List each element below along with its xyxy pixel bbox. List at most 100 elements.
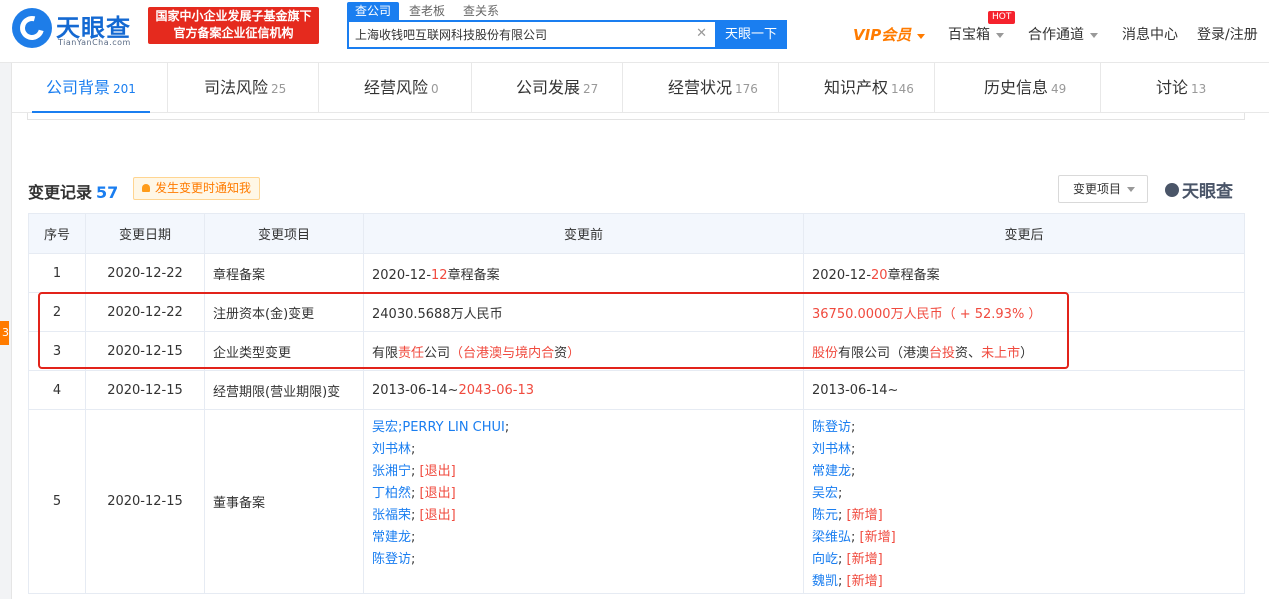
brand-watermark: 天眼查: [1165, 177, 1233, 202]
vip-menu[interactable]: VIP会员: [853, 24, 926, 45]
person-name-link[interactable]: 张福荣: [372, 508, 411, 523]
person-entry: 陈登访;: [812, 417, 1236, 439]
person-name-link[interactable]: 魏凯: [812, 574, 838, 589]
table-header-row: 序号 变更日期 变更项目 变更前 变更后: [28, 213, 1245, 254]
tab-history-info[interactable]: 历史信息 49: [984, 63, 1066, 113]
person-entry: 陈元; [新增]: [812, 505, 1236, 527]
section-count: 57: [96, 183, 119, 202]
tab-label: 公司背景: [46, 78, 111, 97]
chevron-down-icon: [996, 32, 1004, 38]
text-segment: 有限公司（港澳: [838, 345, 930, 361]
tianyancha-logo[interactable]: 天眼查 TianYanCha.com: [12, 8, 142, 48]
person-name-link[interactable]: 陈元: [812, 508, 838, 523]
changed-text: 台投: [929, 345, 956, 361]
person-name-link[interactable]: 常建龙: [812, 464, 851, 479]
official-badge[interactable]: 国家中小企业发展子基金旗下 官方备案企业征信机构: [148, 7, 319, 44]
tab-label: 经营状况: [668, 78, 733, 97]
tab-count: 201: [113, 82, 136, 96]
text-segment: 资、: [955, 345, 982, 361]
changed-text: 2043-06-13: [458, 382, 535, 398]
cooperation-menu[interactable]: 合作通道: [1028, 24, 1098, 44]
tab-label: 历史信息: [984, 78, 1049, 97]
person-name-link[interactable]: 丁柏然: [372, 486, 411, 501]
vip-label: VIP会员: [853, 26, 912, 44]
logo-eye-icon: [1165, 183, 1179, 197]
separator: ;: [504, 420, 510, 435]
hot-badge: HOT: [988, 11, 1016, 24]
changed-text: ）: [567, 345, 581, 361]
tab-company-development[interactable]: 公司发展 27: [516, 63, 598, 113]
change-tag: [新增]: [842, 508, 883, 523]
separator: ;: [411, 442, 416, 457]
person-name-link[interactable]: 常建龙: [372, 530, 411, 545]
col-header-before: 变更前: [363, 213, 804, 254]
tab-label: 知识产权: [824, 78, 889, 97]
person-name-link[interactable]: 刘书林: [372, 442, 411, 457]
person-entry: 张湘宁; [退出]: [372, 461, 795, 483]
search-tab-boss[interactable]: 查老板: [401, 2, 453, 20]
message-center-link[interactable]: 消息中心: [1122, 24, 1178, 44]
cell-before: 24030.5688万人民币: [363, 292, 804, 332]
changed-text: （台港澳: [450, 345, 503, 361]
tab-discussion[interactable]: 讨论 13: [1156, 63, 1206, 113]
person-name-link[interactable]: 梁维弘: [812, 530, 851, 545]
person-name-link[interactable]: 向屹: [812, 552, 838, 567]
tab-count: 146: [891, 82, 914, 96]
cell-before: 2013-06-14~2043-06-13: [363, 370, 804, 410]
person-name-link[interactable]: 陈登访: [812, 420, 851, 435]
person-name-link[interactable]: 吴宏;PERRY LIN CHUI: [372, 420, 505, 435]
person-name-link[interactable]: 张湘宁: [372, 464, 411, 479]
change-item-filter[interactable]: 变更项目: [1058, 175, 1148, 203]
search-box: ✕: [347, 20, 715, 49]
cell-after: 2013-06-14~: [803, 370, 1245, 410]
text-segment: 公司: [424, 345, 451, 361]
cell-after: 陈登访; 刘书林; 常建龙; 吴宏; 陈元; [新增] 梁维弘; [新增] 向屹; [新增]…: [803, 409, 1245, 594]
filter-label: 变更项目: [1073, 182, 1122, 196]
login-register-link[interactable]: 登录/注册: [1197, 24, 1258, 44]
person-name-link[interactable]: 吴宏: [812, 486, 838, 501]
person-entry: 陈登访;: [372, 549, 795, 571]
col-header-after: 变更后: [803, 213, 1245, 254]
search-tab-relation[interactable]: 查关系: [455, 2, 507, 20]
text-segment: 章程备案: [447, 267, 500, 283]
cell-before: 有限责任公司（台港澳与境内合资）: [363, 331, 804, 371]
col-header-date: 变更日期: [85, 213, 205, 254]
table-row: 5 2020-12-15 董事备案 吴宏;PERRY LIN CHUI; 刘书林; 张湘宁…: [28, 409, 1245, 594]
tab-legal-risk[interactable]: 司法风险 25: [204, 63, 286, 113]
change-records-table: 序号 变更日期 变更项目 变更前 变更后 1 2020-12-22 章程备案 2020…: [28, 213, 1245, 594]
search-tab-company[interactable]: 查公司: [347, 2, 400, 20]
search-button[interactable]: 天眼一下: [715, 20, 787, 49]
cell-date: 2020-12-15: [85, 331, 205, 371]
side-panel-edge[interactable]: 3: [0, 63, 12, 599]
separator: ;: [411, 530, 416, 545]
text-segment: 2020-12-: [812, 267, 872, 283]
text-segment: ）: [1020, 345, 1034, 361]
cell-no: 5: [28, 409, 86, 594]
notify-button[interactable]: 发生变更时通知我: [133, 177, 261, 200]
person-entry: 刘书林;: [812, 439, 1236, 461]
separator: ;: [838, 486, 843, 501]
tab-label: 司法风险: [204, 78, 269, 97]
cell-item: 企业类型变更: [204, 331, 364, 371]
text-segment: 章程备案: [887, 267, 940, 283]
treasure-menu[interactable]: 百宝箱: [948, 24, 1004, 44]
person-name-link[interactable]: 刘书林: [812, 442, 851, 457]
section-title: 变更记录 57: [28, 179, 118, 203]
side-panel-badge: 3: [0, 321, 9, 345]
top-header: 天眼查 TianYanCha.com 国家中小企业发展子基金旗下 官方备案企业征…: [0, 0, 1269, 63]
chevron-down-icon: [1090, 32, 1098, 38]
tab-count: 13: [1191, 82, 1207, 96]
separator: ;: [851, 420, 856, 435]
text-segment: 24030.5688万人民币: [372, 306, 503, 322]
tab-company-background[interactable]: 公司背景 201: [32, 63, 150, 113]
person-entry: 丁柏然; [退出]: [372, 483, 795, 505]
clear-icon[interactable]: ✕: [696, 26, 707, 41]
tab-label: 讨论: [1156, 78, 1189, 97]
search-input[interactable]: [349, 22, 689, 47]
tab-intellectual-property[interactable]: 知识产权 146: [824, 63, 914, 113]
person-name-link[interactable]: 陈登访: [372, 552, 411, 567]
tab-operation-status[interactable]: 经营状况 176: [668, 63, 758, 113]
tab-operation-risk[interactable]: 经营风险 0: [364, 63, 439, 113]
change-tag: [退出]: [415, 464, 456, 479]
change-tag: [新增]: [855, 530, 896, 545]
